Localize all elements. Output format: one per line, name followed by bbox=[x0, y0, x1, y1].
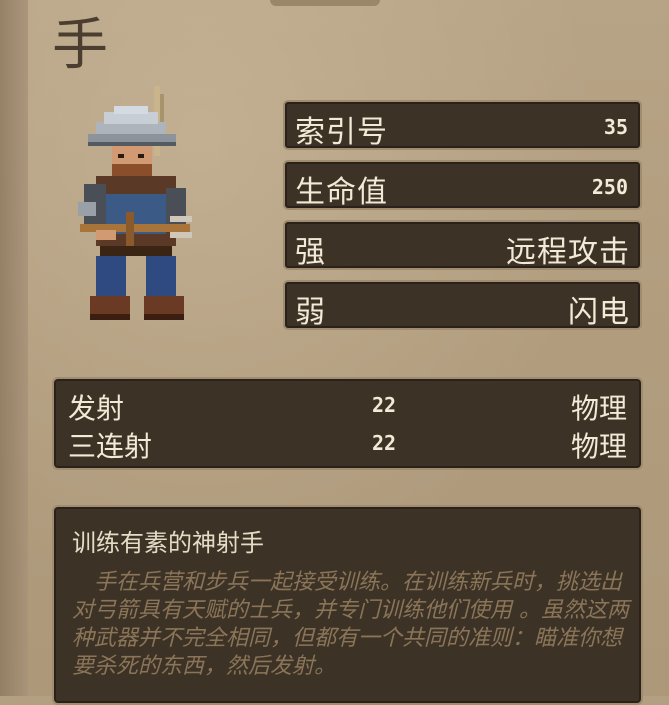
stat-hp-label: 生命值 bbox=[295, 175, 388, 210]
attack-type: 物理 bbox=[570, 392, 627, 425]
stat-weak: 弱 闪电 bbox=[283, 280, 642, 330]
attacks-panel: 发射 22 物理 三连射 22 物理 bbox=[52, 377, 643, 470]
attack-damage: 22 bbox=[372, 431, 397, 455]
left-border bbox=[0, 0, 28, 696]
stat-weak-value: 闪电 bbox=[568, 295, 630, 330]
crossbowman-portrait-icon bbox=[78, 86, 192, 320]
top-ornament bbox=[270, 0, 380, 6]
attack-name: 发射 bbox=[68, 392, 125, 425]
attack-type: 物理 bbox=[570, 430, 627, 463]
stat-hp: 生命值 250 bbox=[283, 160, 642, 210]
stat-index: 索引号 35 bbox=[283, 100, 642, 150]
attack-damage: 22 bbox=[372, 393, 397, 417]
attack-row: 发射 22 物理 bbox=[54, 385, 641, 425]
description-body: 手在兵营和步兵一起接受训练。在训练新兵时，挑选出对弓箭具有天赋的士兵，并专门训练… bbox=[72, 570, 629, 679]
stat-index-value: 35 bbox=[603, 115, 628, 139]
stat-index-label: 索引号 bbox=[295, 115, 388, 150]
description-panel: 训练有素的神射手 手在兵营和步兵一起接受训练。在训练新兵时，挑选出对弓箭具有天赋… bbox=[52, 505, 643, 705]
stat-strong-label: 强 bbox=[295, 235, 326, 270]
attack-row: 三连射 22 物理 bbox=[54, 423, 641, 463]
stat-hp-value: 250 bbox=[591, 175, 628, 199]
stat-strong: 强 远程攻击 bbox=[283, 220, 642, 270]
description-title: 训练有素的神射手 bbox=[72, 529, 264, 557]
stat-strong-value: 远程攻击 bbox=[506, 235, 630, 270]
stat-weak-label: 弱 bbox=[295, 295, 326, 330]
unit-name: 手 bbox=[52, 13, 108, 78]
attack-name: 三连射 bbox=[68, 430, 153, 463]
